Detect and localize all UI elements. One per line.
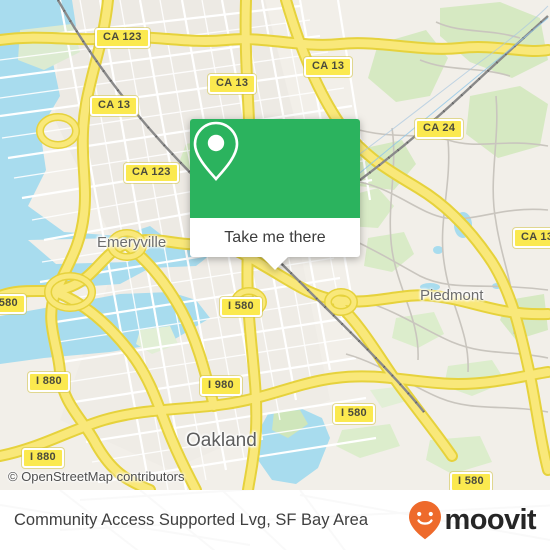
osm-attribution[interactable]: © OpenStreetMap contributors bbox=[8, 469, 185, 484]
take-me-there-label: Take me there bbox=[224, 228, 326, 246]
place-label-piedmont: Piedmont bbox=[420, 287, 484, 304]
location-popup-card[interactable]: Take me there bbox=[190, 119, 360, 270]
road-shield[interactable]: CA 13 bbox=[208, 74, 257, 94]
map-pin-icon bbox=[193, 121, 239, 181]
road-shield[interactable]: CA 24 bbox=[415, 119, 464, 139]
popup-action-row[interactable]: Take me there bbox=[190, 218, 360, 257]
popup-pointer bbox=[262, 257, 288, 270]
popup-header bbox=[190, 119, 360, 218]
road-shield[interactable]: CA 13 bbox=[90, 96, 139, 116]
road-shield[interactable]: CA 13 bbox=[304, 57, 353, 77]
road-shield[interactable]: I 880 bbox=[22, 448, 64, 468]
location-title: Community Access Supported Lvg, SF Bay A… bbox=[14, 510, 369, 529]
place-label-emeryville: Emeryville bbox=[97, 234, 167, 251]
water-pond bbox=[433, 246, 443, 254]
place-label-oakland: Oakland bbox=[186, 430, 257, 451]
road-shield[interactable]: I 980 bbox=[200, 376, 242, 396]
moovit-wordmark: moovit bbox=[444, 503, 537, 536]
footer-content: Community Access Supported Lvg, SF Bay A… bbox=[0, 490, 550, 550]
road-shield[interactable]: I 880 bbox=[28, 372, 70, 392]
map-screenshot: Emeryville Piedmont Oakland CA 123 CA 13… bbox=[0, 0, 550, 550]
road-shield[interactable]: I 580 bbox=[333, 404, 375, 424]
moovit-smiley-pin-icon bbox=[408, 501, 441, 540]
road-shield[interactable]: I 580 bbox=[450, 472, 492, 490]
map-canvas[interactable]: Emeryville Piedmont Oakland CA 123 CA 13… bbox=[0, 0, 550, 490]
road-shield[interactable]: CA 123 bbox=[95, 28, 150, 48]
moovit-logo[interactable]: moovit bbox=[408, 500, 537, 540]
road-shield[interactable]: CA 13 bbox=[513, 228, 550, 248]
road-shield[interactable]: CA 123 bbox=[124, 163, 179, 183]
road-shield[interactable]: I 580 bbox=[220, 297, 262, 317]
page-footer: Community Access Supported Lvg, SF Bay A… bbox=[0, 490, 550, 550]
road-shield[interactable]: I 580 bbox=[0, 294, 26, 314]
